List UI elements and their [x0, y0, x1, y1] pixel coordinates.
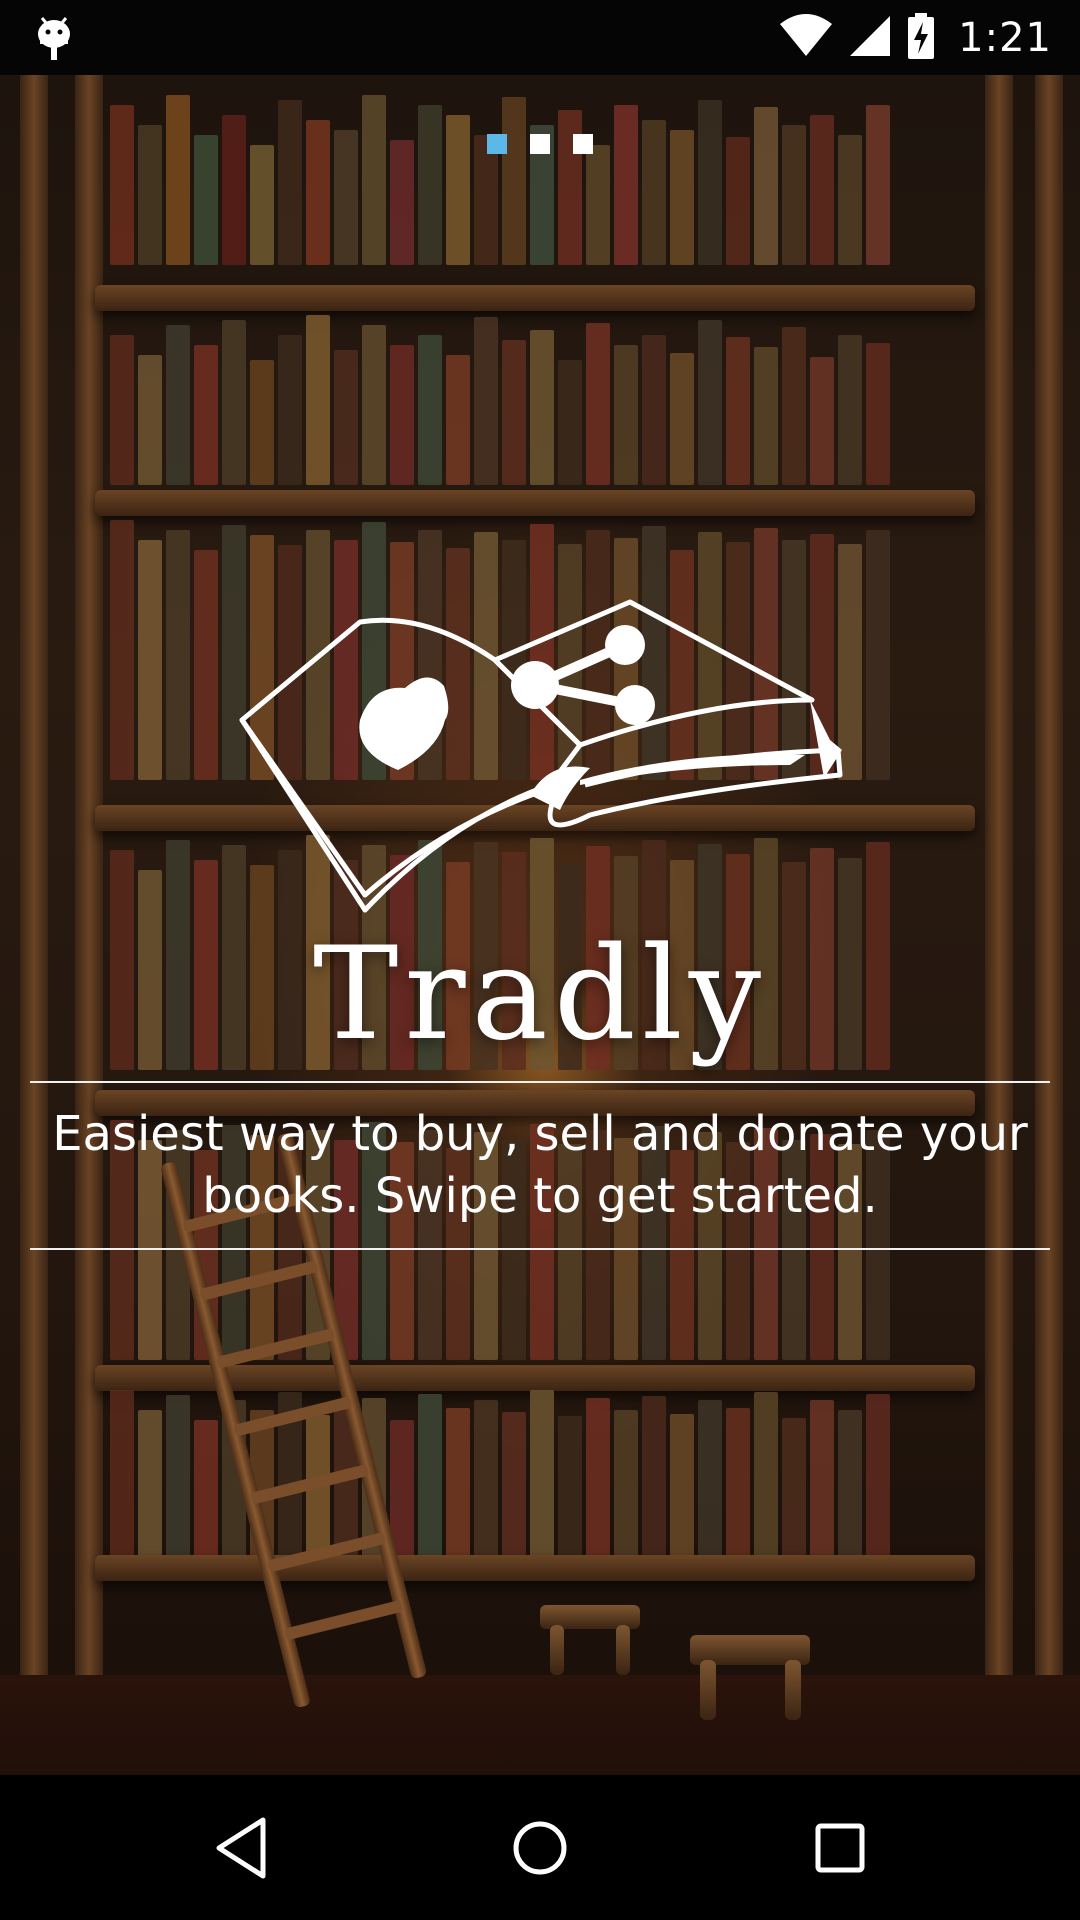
recents-icon[interactable]: [760, 1775, 920, 1920]
open-book-heart-share-icon: [230, 590, 850, 930]
tagline: Easiest way to buy, sell and donate your…: [52, 1106, 1028, 1224]
page-dot-2[interactable]: [530, 134, 550, 154]
bottom-divider: [30, 1248, 1050, 1250]
navigation-bar: [0, 1775, 1080, 1920]
page-dot-3[interactable]: [573, 134, 593, 154]
page-indicator: [0, 134, 1080, 154]
home-icon[interactable]: [460, 1775, 620, 1920]
status-time: 1:21: [958, 15, 1052, 61]
brand-name: Tradly: [312, 920, 768, 1069]
back-icon[interactable]: [161, 1775, 321, 1920]
top-divider: [30, 1081, 1050, 1083]
cell-signal-icon: [848, 14, 892, 62]
android-debug-icon: [34, 14, 74, 62]
wifi-icon: [778, 14, 834, 62]
onboarding-screen[interactable]: 1:21 Tradly Easiest way to buy, sell and…: [0, 0, 1080, 1920]
battery-charging-icon: [906, 12, 936, 64]
page-dot-1[interactable]: [487, 134, 507, 154]
status-bar: 1:21: [0, 0, 1080, 75]
